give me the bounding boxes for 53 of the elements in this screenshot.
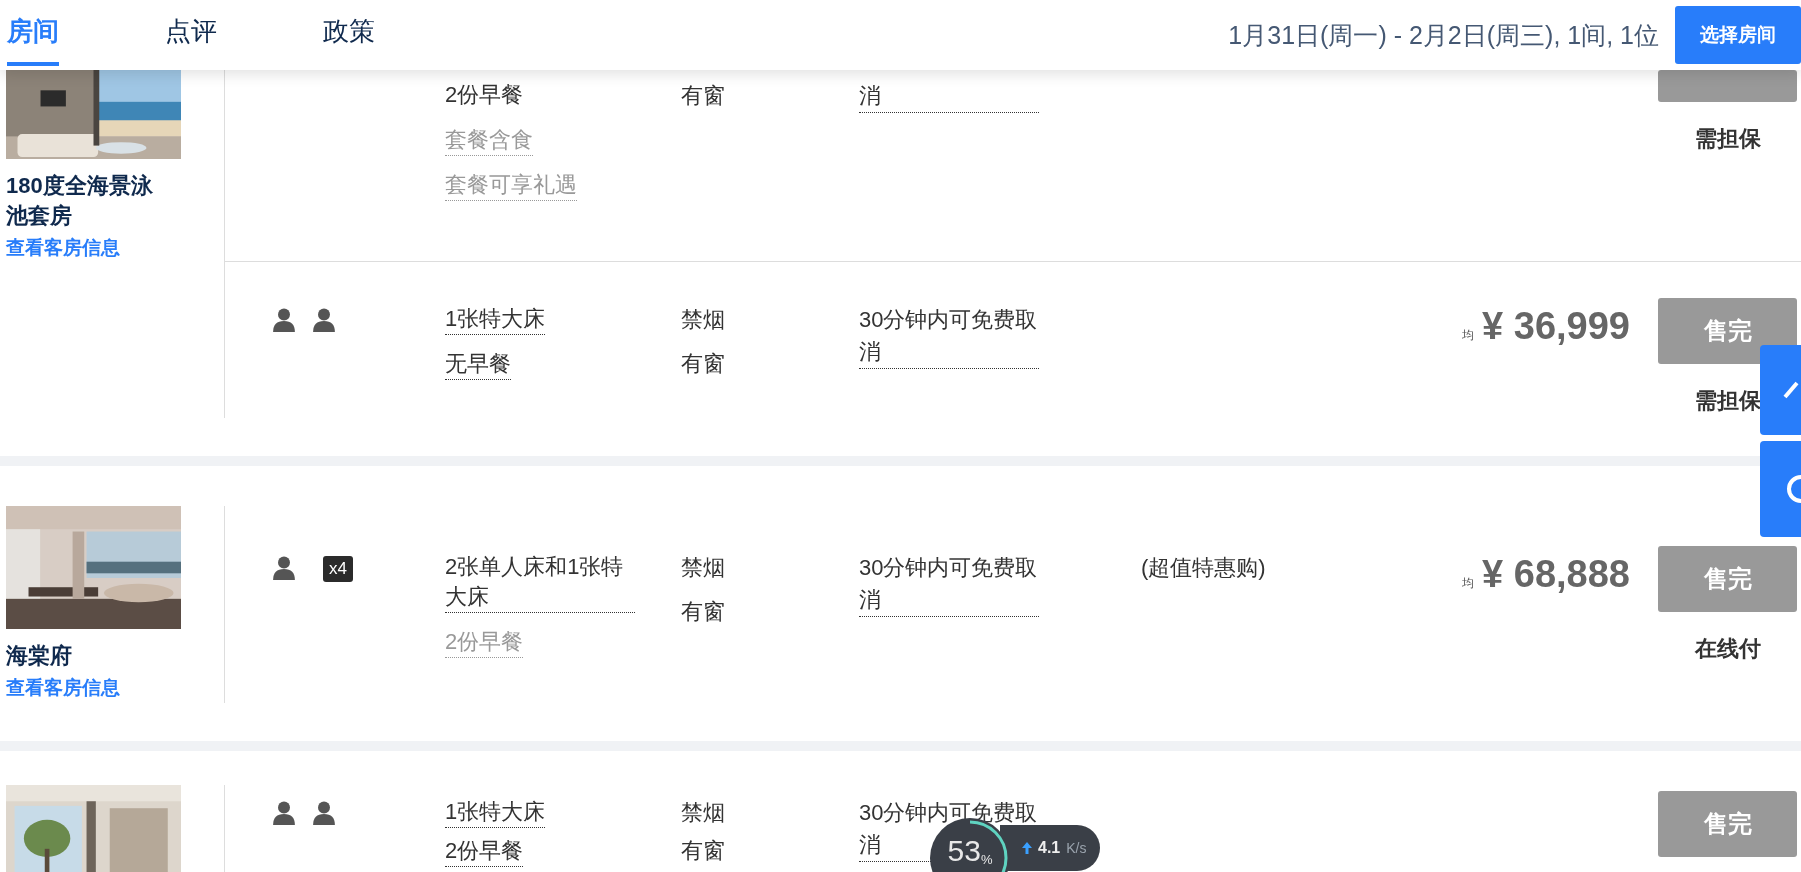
room-policy-text: 有窗 [681, 837, 726, 865]
bed-meal-text: 2份早餐 [445, 836, 524, 867]
sold-out-button[interactable]: 售完 [1658, 298, 1797, 364]
room-policy-text: 有窗 [681, 350, 726, 378]
payment-text: 需担保 [1694, 125, 1761, 153]
person-icon [313, 308, 335, 332]
person-icon [273, 556, 295, 580]
guest-count-badge: x4 [323, 556, 353, 582]
bed-meal-text: 1张特大床 [445, 304, 546, 335]
book-button[interactable] [1658, 70, 1797, 102]
back-to-top-button[interactable] [1760, 345, 1801, 435]
bed-meal-text: 无早餐 [445, 349, 511, 380]
percent-sign: % [980, 852, 993, 867]
speed-unit: K/s [1066, 840, 1087, 856]
room-name: 180度全海景泳池套房 [6, 172, 154, 230]
room-policy-text: 有窗 [681, 82, 726, 110]
room-policy-text: 禁烟 [681, 799, 726, 827]
bed-meal-text: 套餐可享礼遇 [445, 170, 577, 201]
tab[interactable]: 房间 [7, 0, 59, 66]
bed-meal-text: 2份早餐 [445, 627, 524, 658]
room-info-link[interactable]: 查看客房信息 [6, 675, 224, 701]
payment-text: 在线付 [1694, 635, 1761, 663]
bed-meal-text: 套餐含食 [445, 125, 533, 156]
cancellation-text: 消 [859, 80, 1039, 113]
tab[interactable]: 点评 [165, 0, 217, 66]
up-arrow-icon [1022, 842, 1032, 854]
offer-text: (超值特惠购) [1141, 555, 1266, 580]
person-icon [273, 308, 295, 332]
bed-meal-text: 2份早餐 [445, 81, 524, 109]
price-text: ¥ 36,999 [1482, 306, 1630, 346]
select-room-button[interactable]: 选择房间 [1675, 6, 1801, 64]
room-policy-text: 禁烟 [681, 554, 726, 582]
person-icon [273, 801, 295, 825]
room-policy-text: 有窗 [681, 598, 726, 626]
stay-summary: 1月31日(周一) - 2月2日(周三), 1间, 1位 [1228, 19, 1659, 51]
usage-percent: 53 [947, 834, 981, 868]
room-info-link[interactable]: 查看客房信息 [6, 235, 224, 261]
price-text: ¥ 68,888 [1482, 554, 1630, 594]
sold-out-button[interactable]: 售完 [1658, 791, 1797, 857]
sold-out-button[interactable]: 售完 [1658, 546, 1797, 612]
room-name: 海棠府 [6, 642, 73, 670]
cancellation-text: 30分钟内可免费取消 [859, 304, 1039, 369]
service-button[interactable] [1760, 441, 1801, 537]
average-label: 均 [1462, 575, 1475, 592]
cancellation-text: 30分钟内可免费取消 [859, 552, 1039, 617]
upload-speed: 4.1 [1038, 839, 1061, 857]
room-policy-text: 禁烟 [681, 306, 726, 334]
bed-meal-text: 1张特大床 [445, 797, 546, 828]
payment-text: 需担保 [1694, 387, 1761, 415]
person-icon [313, 801, 335, 825]
average-label: 均 [1462, 327, 1475, 344]
bed-meal-text: 2张单人床和1张特大床 [445, 552, 635, 613]
tab[interactable]: 政策 [323, 0, 375, 66]
